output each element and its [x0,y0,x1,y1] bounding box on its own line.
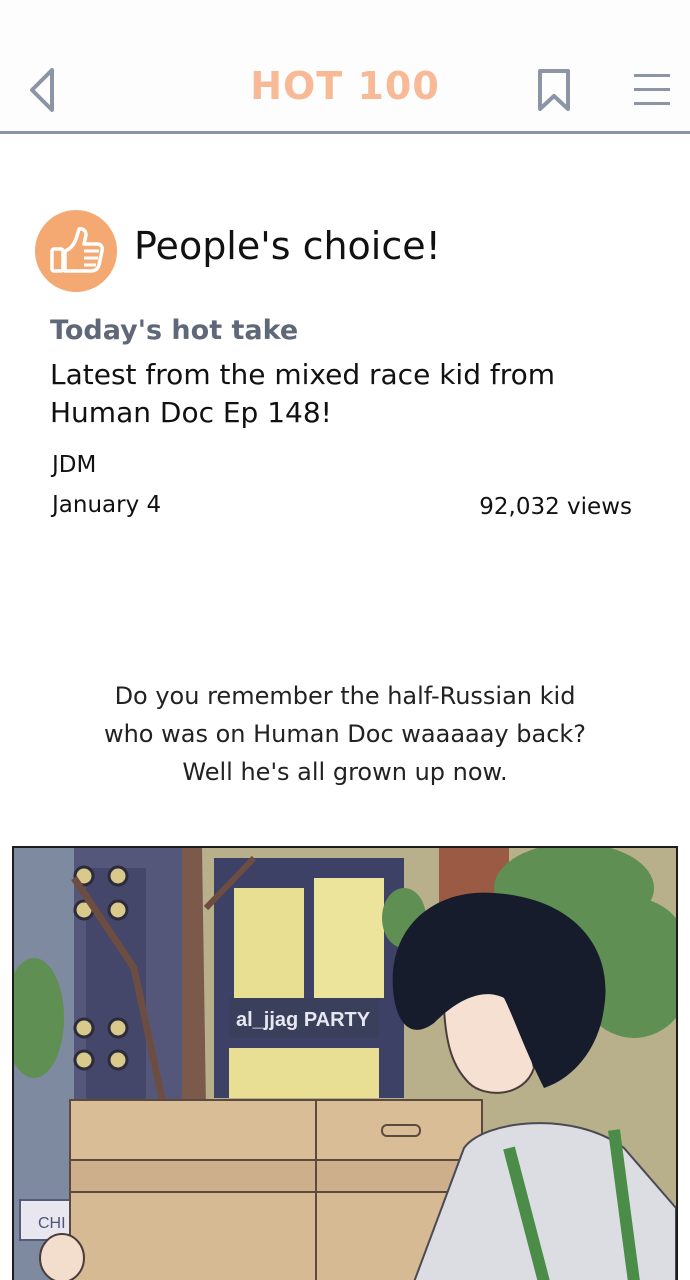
comic-panel: al_jjag PARTY CHI [12,846,678,1280]
hamburger-menu-icon [634,74,670,105]
bookmark-button[interactable] [536,68,572,112]
thumbs-up-badge [35,210,117,292]
caption-line-2: who was on Human Doc waaaaay back? [103,720,587,748]
top-bar: HOT 100 [0,0,690,134]
article-date: January 4 [52,492,162,518]
peoples-choice-label: People's choice! [134,224,441,268]
page-title: HOT 100 [250,64,440,108]
thumbs-up-icon [50,227,104,273]
story-caption: Do you remember the half-Russian kid who… [0,677,690,791]
party-sign: al_jjag PARTY [236,1009,371,1031]
headline-line-1: Latest from the mixed race kid from [50,358,556,391]
caption-line-3: Well he's all grown up now. [182,758,508,786]
header-divider [0,131,690,134]
headline-line-2: Human Doc Ep 148! [50,396,332,429]
store-sign: CHI [38,1215,66,1232]
comic-illustration: al_jjag PARTY CHI [14,848,676,1280]
bookmark-icon [538,69,570,111]
article-subtitle: Today's hot take [50,315,299,346]
caption-line-1: Do you remember the half-Russian kid [114,682,576,710]
view-count: 92,032 views [479,494,632,520]
article-headline: Latest from the mixed race kid from Huma… [50,356,610,432]
menu-button[interactable] [632,72,672,108]
article-author: JDM [52,452,97,478]
